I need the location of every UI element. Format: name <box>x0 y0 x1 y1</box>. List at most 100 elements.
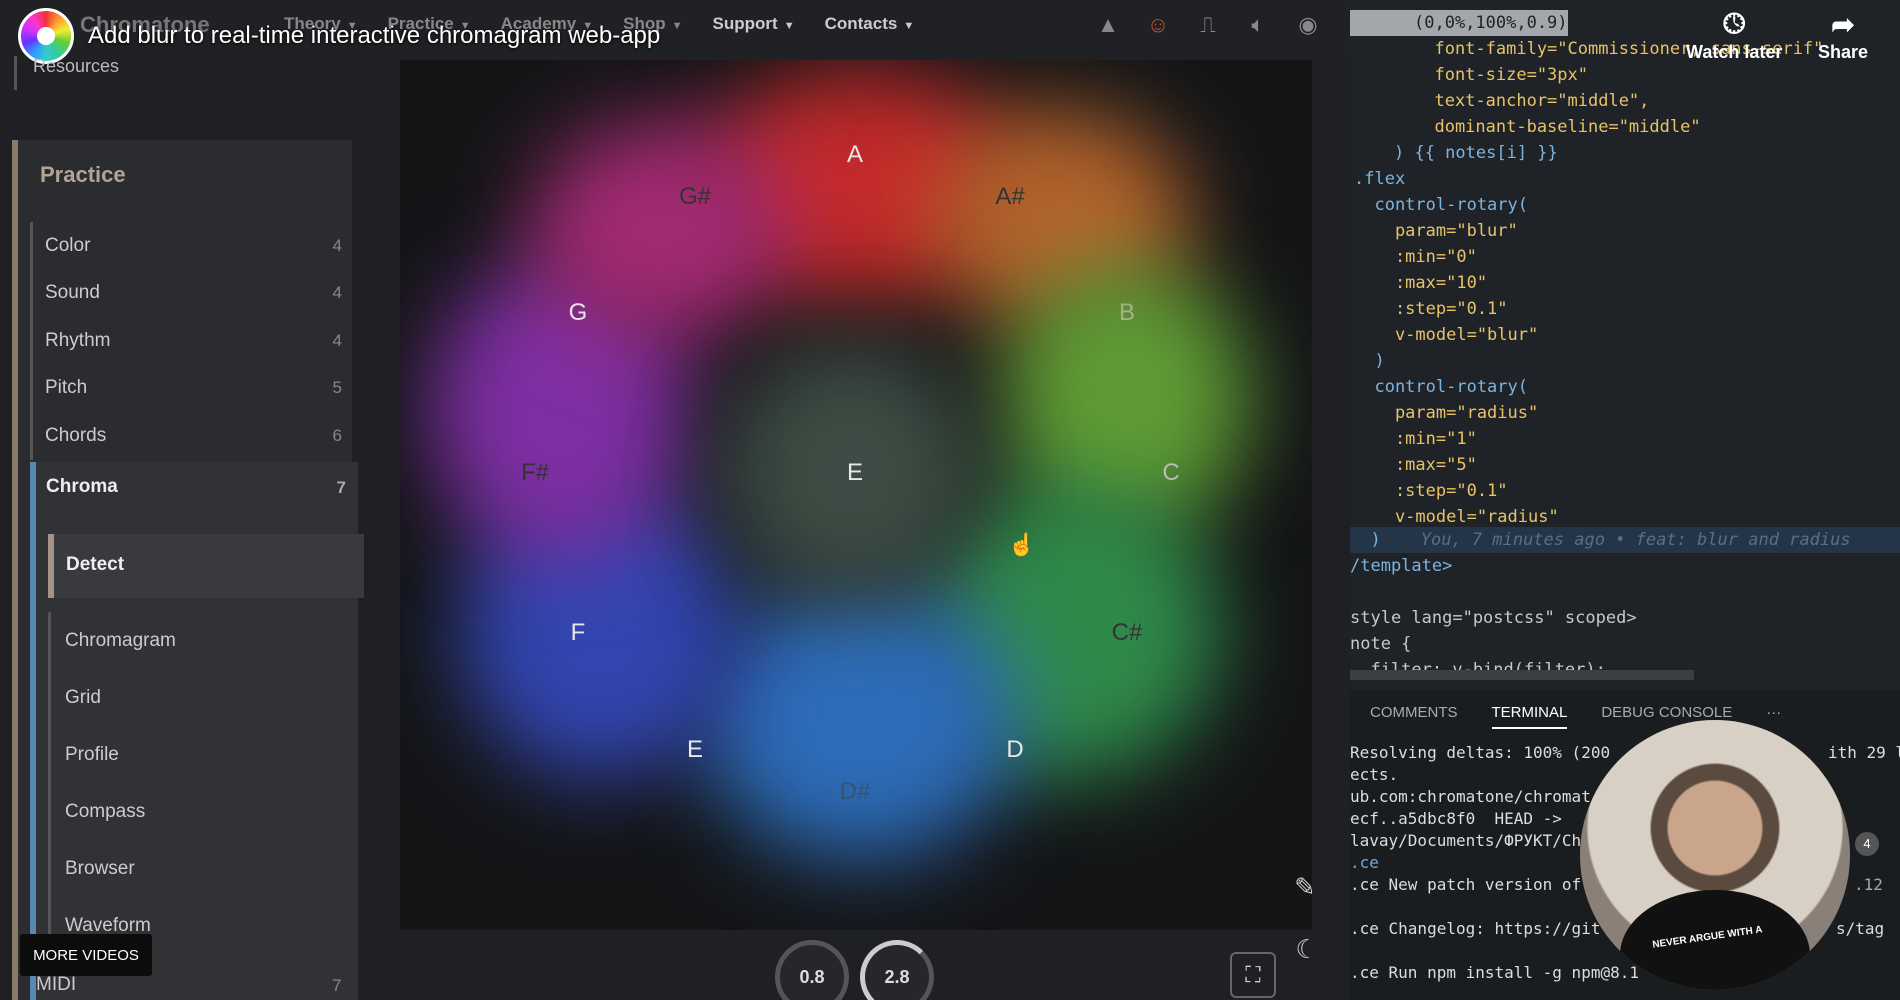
watch-later-button[interactable]: 🕓︎ Watch later <box>1686 8 1782 63</box>
chromagram-canvas[interactable]: A A# B C C# D D# E F F# G G# E ✎ <box>400 60 1312 930</box>
cursor-icon: ☝ <box>1008 532 1036 557</box>
face-icon[interactable]: ☺ <box>1145 12 1171 38</box>
terminal-fragment: .12 <box>1854 875 1883 894</box>
sidebar-section-chroma: Chroma 7 Detect Chromagram Grid Profile … <box>30 462 364 1000</box>
note-label: F <box>570 619 586 646</box>
code-line: dominant-baseline="middle" <box>1414 117 1701 137</box>
sidebar-item-chroma[interactable]: Chroma <box>46 476 118 498</box>
code-line: v-model="blur" <box>1354 325 1539 345</box>
fullscreen-button[interactable]: ⛶ <box>1230 952 1276 998</box>
terminal-line: .ce Run npm install -g npm@8.1 <box>1350 963 1639 982</box>
item-count: 7 <box>332 976 342 995</box>
sidebar-item-color[interactable]: Color 4 <box>30 222 352 270</box>
item-count: 5 <box>332 378 342 398</box>
radius-knob[interactable]: 2.8 <box>860 940 934 1000</box>
code-line: style lang="postcss" scoped> <box>1350 608 1637 628</box>
pulse-icon[interactable]: ⎍ <box>1195 12 1221 38</box>
code-line: :step="0.1" <box>1354 481 1508 501</box>
sidebar: Practice Color 4 Sound 4 Rhythm 4 Pitch 5 Ch… <box>12 140 364 1000</box>
note-label: A <box>846 141 864 168</box>
tab-terminal[interactable]: TERMINAL <box>1491 704 1568 729</box>
nav-contacts[interactable]: Contacts ▼ <box>825 14 915 34</box>
note-label: C# <box>1111 619 1143 646</box>
terminal-line: ub.com:chromatone/chromat <box>1350 787 1591 806</box>
more-options-icon[interactable]: ··· <box>1766 704 1781 729</box>
metronome-icon[interactable]: ▲ <box>1095 12 1121 38</box>
sidebar-item-chromagram[interactable]: Chromagram <box>48 612 364 669</box>
pencil-icon[interactable]: ✎ <box>1290 872 1312 902</box>
nav-icons: ▲ ☺ ⎍ 🔈︎ ◉ <box>1095 12 1321 38</box>
code-line: :step="0.1" <box>1354 299 1508 319</box>
sidebar-item-resources[interactable]: Resources <box>14 56 119 90</box>
code-line: :max="10" <box>1354 273 1488 293</box>
share-arrow-icon: ➦ <box>1831 9 1855 40</box>
code-line: control-rotary( <box>1354 377 1528 397</box>
moon-icon[interactable]: ☾ <box>1292 934 1322 964</box>
horizontal-scrollbar[interactable] <box>1350 670 1694 680</box>
speaker-icon[interactable]: 🔈︎ <box>1245 12 1271 38</box>
sidebar-item-detect[interactable]: Detect <box>48 534 364 598</box>
sidebar-item-browser[interactable]: Browser <box>48 840 364 897</box>
terminal-line: .ce Changelog: https://git <box>1350 919 1601 938</box>
sidebar-item-chords[interactable]: Chords 6 <box>30 412 352 460</box>
terminal-line: lavay/Documents/ФРУКТ/Ch <box>1350 831 1582 850</box>
code-line: :min="1" <box>1354 429 1477 449</box>
sidebar-item-compass[interactable]: Compass <box>48 783 364 840</box>
chromatone-app: Chromatone Theory ▼ Practice ▼ Academy ▼ Sh… <box>0 0 1350 1000</box>
sidebar-title[interactable]: Practice <box>40 162 126 188</box>
clock-icon: 🕓︎ <box>1723 8 1746 39</box>
terminal-line: .ce <box>1350 853 1379 872</box>
terminal-line: Resolving deltas: 100% (200 <box>1350 743 1611 762</box>
sidebar-item-profile[interactable]: Profile <box>48 726 364 783</box>
code-editor[interactable]: (0,0%,100%,0.9)" font-family="Commission… <box>1350 0 1900 690</box>
webcam-overlay: NEVER ARGUE WITH A <box>1580 720 1850 990</box>
item-count: 4 <box>332 235 342 255</box>
color-blob <box>700 580 1020 860</box>
blur-knob[interactable]: 0.8 <box>775 940 849 1000</box>
note-label: B <box>1118 299 1136 326</box>
code-line: font-size="3px" <box>1414 65 1588 85</box>
note-label: G <box>568 299 588 326</box>
video-title[interactable]: Add blur to real-time interactive chroma… <box>88 22 660 50</box>
note-label: F# <box>520 459 550 486</box>
code-line: ) {{ notes[i] }} <box>1394 143 1558 163</box>
note-label: C <box>1162 459 1180 486</box>
code-line: .flex <box>1354 169 1406 189</box>
code-line: /template> <box>1350 556 1453 576</box>
sidebar-item-rhythm[interactable]: Rhythm 4 <box>30 317 352 365</box>
share-button[interactable]: ➦ Share <box>1818 8 1868 63</box>
sidebar-item-sound[interactable]: Sound 4 <box>30 269 352 317</box>
item-count: 4 <box>332 283 342 303</box>
code-line: note { <box>1350 634 1412 654</box>
tab-comments[interactable]: COMMENTS <box>1370 704 1458 729</box>
terminal-fragment: ith 29 l <box>1828 743 1900 762</box>
sidebar-sublist: Chromagram Grid Profile Compass Browser … <box>48 612 364 954</box>
sidebar-item-midi[interactable]: MIDI <box>36 974 76 996</box>
code-line: (0,0%,100%,0.9)" <box>1414 13 1578 33</box>
more-videos-button[interactable]: MORE VIDEOS <box>20 934 152 976</box>
note-label: G# <box>678 183 712 210</box>
note-label: E <box>686 736 704 763</box>
sidebar-item-pitch[interactable]: Pitch 5 <box>30 364 352 412</box>
record-icon[interactable]: ◉ <box>1295 12 1321 38</box>
cart-count-badge[interactable]: 4 <box>1855 832 1879 856</box>
code-line-current: ) You, 7 minutes ago • feat: blur and rad… <box>1350 527 1900 553</box>
note-label: D# <box>839 778 871 805</box>
expand-icon: ⛶ <box>1245 962 1261 987</box>
code-line: :min="0" <box>1354 247 1477 267</box>
sidebar-item-grid[interactable]: Grid <box>48 669 364 726</box>
code-line: text-anchor="middle", <box>1414 91 1650 111</box>
terminal-line: .ce New patch version of <box>1350 875 1582 894</box>
terminal-line: ects. <box>1350 765 1399 784</box>
terminal-fragment: s/tag <box>1836 919 1885 938</box>
nav-support[interactable]: Support ▼ <box>713 14 795 34</box>
item-count: 6 <box>332 425 342 445</box>
screen: Chromatone Theory ▼ Practice ▼ Academy ▼ Sh… <box>0 0 1900 1000</box>
terminal-line: ecf..a5dbc8f0 HEAD -> <box>1350 809 1562 828</box>
code-line: param="blur" <box>1354 221 1518 241</box>
code-line: param="radius" <box>1354 403 1539 423</box>
chevron-down-icon: ▼ <box>783 20 795 32</box>
code-line: ) <box>1354 351 1385 371</box>
code-line: :max="5" <box>1354 455 1477 475</box>
sidebar-list: Color 4 Sound 4 Rhythm 4 Pitch 5 Chords 6 <box>30 222 352 460</box>
